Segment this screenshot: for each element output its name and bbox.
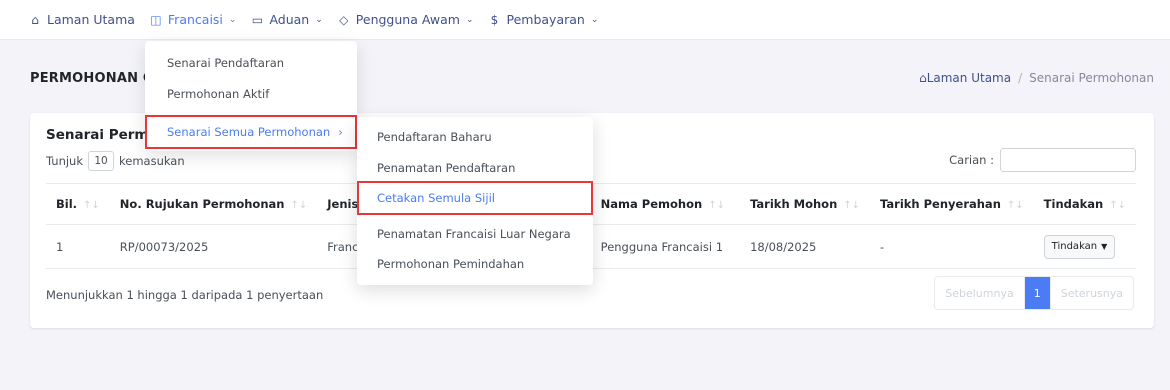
nav-label: Pengguna Awam — [355, 12, 460, 27]
chevron-down-icon: ⌄ — [465, 14, 474, 25]
col-bil[interactable]: Bil. ↑↓ — [46, 183, 110, 225]
shield-icon: ◇ — [339, 12, 349, 27]
column-header: Nama Pemohon — [600, 197, 703, 211]
book-icon: ◫ — [150, 12, 162, 27]
column-header: Tarikh Penyerahan — [880, 197, 1001, 211]
permohonan-submenu: Pendaftaran Baharu Penamatan Pendaftaran… — [357, 117, 593, 285]
nav-label: Francaisi — [167, 12, 223, 27]
column-header: Tarikh Mohon — [750, 197, 838, 211]
tindakan-label: Tindakan — [1051, 241, 1098, 252]
cell-tindakan: Tindakan ▼ — [1033, 224, 1136, 269]
sort-icon: ↑↓ — [1109, 200, 1126, 211]
cell-tarikh-penyerahan: - — [870, 224, 1034, 269]
nav-pengguna-awam[interactable]: ◇ Pengguna Awam ⌄ — [337, 12, 474, 27]
nav-aduan[interactable]: ▭ Aduan ⌄ — [250, 12, 323, 27]
nav-laman-utama[interactable]: ⌂ Laman Utama — [28, 12, 135, 27]
col-tarikh-mohon[interactable]: Tarikh Mohon ↑↓ — [740, 183, 871, 225]
col-tarikh-penyerahan[interactable]: Tarikh Penyerahan ↑↓ — [870, 183, 1034, 225]
chevron-down-icon: ⌄ — [228, 14, 237, 25]
nav-label: Aduan — [269, 12, 310, 27]
breadcrumb-separator: / — [1018, 71, 1023, 85]
nav-label: Laman Utama — [47, 12, 135, 27]
cell-bil: 1 — [46, 224, 110, 269]
menu-item-label: Cetakan Semula Sijil — [377, 191, 495, 205]
menu-item-permohonan-aktif[interactable]: Permohonan Aktif — [167, 87, 269, 101]
submenu-item-penamatan-pendaftaran[interactable]: Penamatan Pendaftaran — [377, 161, 515, 175]
submenu-item-pendaftaran-baharu[interactable]: Pendaftaran Baharu — [377, 130, 492, 144]
column-header: Bil. — [56, 197, 78, 211]
pagination: Sebelumnya 1 Seterusnya — [934, 276, 1134, 310]
home-icon: ⌂ — [31, 12, 39, 27]
page-title: PERMOHONAN C — [30, 71, 153, 86]
sort-icon: ↑↓ — [843, 200, 861, 211]
sort-icon: ↑↓ — [290, 200, 308, 211]
col-nama-pemohon[interactable]: Nama Pemohon ↑↓ — [590, 183, 741, 225]
breadcrumb-current: Senarai Permohonan — [1029, 71, 1154, 85]
breadcrumb: ⌂ Laman Utama / Senarai Permohonan — [919, 71, 1154, 85]
chevron-right-icon: › — [338, 125, 343, 139]
sort-icon: ↑↓ — [83, 200, 100, 211]
francaisi-dropdown-menu: Senarai Pendaftaran Permohonan Aktif Sen… — [145, 41, 357, 151]
menu-item-label: Senarai Semua Permohonan — [167, 125, 331, 139]
column-header: Tindakan — [1043, 197, 1104, 211]
entries-select[interactable]: 10 — [88, 151, 114, 171]
submenu-item-permohonan-pemindahan[interactable]: Permohonan Pemindahan — [377, 257, 524, 271]
nav-label: Pembayaran — [506, 12, 585, 27]
show-entries: Tunjuk 10 kemasukan — [46, 151, 185, 171]
page-1-button[interactable]: 1 — [1024, 277, 1050, 309]
breadcrumb-home-link[interactable]: Laman Utama — [927, 71, 1011, 85]
cell-rujukan: RP/00073/2025 — [109, 224, 318, 269]
tindakan-dropdown-button[interactable]: Tindakan ▼ — [1043, 234, 1116, 259]
menu-item-senarai-semua-permohonan[interactable]: Senarai Semua Permohonan › — [145, 115, 357, 149]
submenu-item-penamatan-francaisi-luar-negara[interactable]: Penamatan Francaisi Luar Negara — [377, 227, 571, 241]
cell-tarikh-mohon: 18/08/2025 — [740, 224, 871, 269]
menu-item-senarai-pendaftaran[interactable]: Senarai Pendaftaran — [167, 56, 284, 70]
search-label: Carian : — [949, 153, 994, 167]
message-icon: ▭ — [251, 12, 264, 27]
chevron-down-icon: ⌄ — [315, 14, 323, 25]
chevron-down-icon: ⌄ — [590, 14, 599, 25]
next-page-button[interactable]: Seterusnya — [1049, 277, 1133, 309]
show-entries-prefix: Tunjuk — [46, 154, 83, 168]
search-input[interactable] — [1000, 148, 1136, 172]
chevron-down-icon: ▼ — [1101, 242, 1108, 251]
home-icon: ⌂ — [919, 71, 927, 85]
top-navbar: ⌂ Laman Utama ◫ Francaisi ⌄ ▭ Aduan ⌄ ◇ … — [0, 0, 1170, 40]
nav-pembayaran[interactable]: $ Pembayaran ⌄ — [488, 12, 599, 27]
cell-nama: Pengguna Francaisi 1 — [590, 224, 741, 269]
submenu-item-cetakan-semula-sijil[interactable]: Cetakan Semula Sijil — [357, 181, 593, 215]
nav-francaisi[interactable]: ◫ Francaisi ⌄ — [149, 12, 237, 27]
table-info: Menunjukkan 1 hingga 1 daripada 1 penyer… — [46, 288, 324, 302]
show-entries-suffix: kemasukan — [119, 154, 185, 168]
dollar-icon: $ — [490, 12, 499, 27]
search-box: Carian : — [949, 148, 1136, 172]
sort-icon: ↑↓ — [1006, 200, 1024, 211]
col-tindakan[interactable]: Tindakan ↑↓ — [1033, 183, 1136, 225]
prev-page-button[interactable]: Sebelumnya — [935, 277, 1025, 309]
column-header: No. Rujukan Permohonan — [119, 197, 285, 211]
sort-icon: ↑↓ — [708, 200, 725, 211]
card-title: Senarai Permo — [46, 127, 158, 143]
col-no-rujukan[interactable]: No. Rujukan Permohonan ↑↓ — [109, 183, 318, 225]
